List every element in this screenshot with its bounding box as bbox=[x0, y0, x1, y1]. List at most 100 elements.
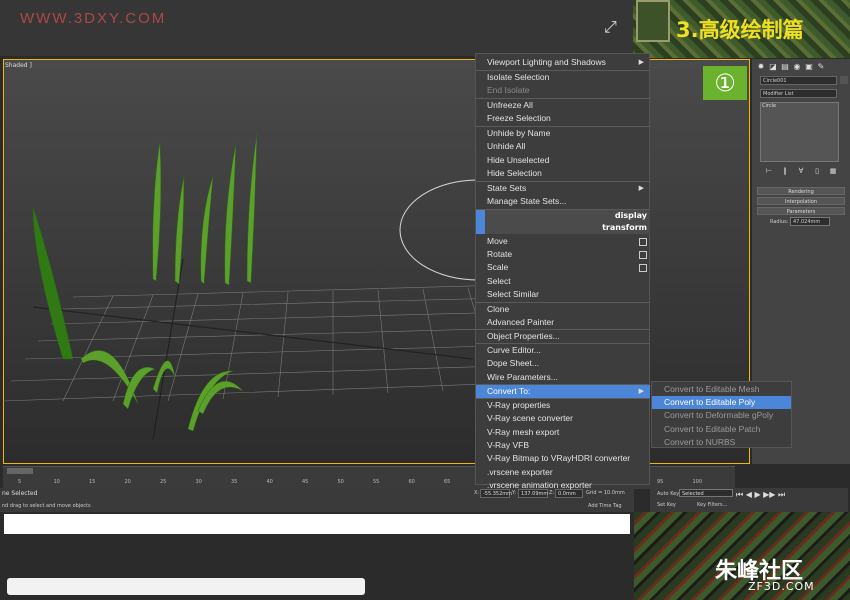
rollout-interpolation[interactable]: Interpolation bbox=[757, 197, 845, 205]
menu-item-label: V-Ray scene converter bbox=[487, 413, 573, 424]
modify-tab-icon[interactable]: ◪ bbox=[768, 62, 778, 72]
timeline-tick-label: 5 bbox=[18, 479, 22, 485]
timeline-tick-label: 10 bbox=[53, 479, 60, 485]
menu-item-label: Manage State Sets... bbox=[487, 196, 567, 206]
menu-item-label: Scale bbox=[487, 262, 509, 273]
selection-set-dropdown[interactable]: Selected bbox=[679, 489, 733, 497]
menu-item-convert-to[interactable]: Convert To: ▶ bbox=[476, 384, 650, 398]
menu-item-scale[interactable]: Scale bbox=[476, 261, 650, 274]
object-name-field[interactable]: Circle001 bbox=[760, 76, 837, 85]
menu-item-manage-state-sets[interactable]: Manage State Sets... bbox=[476, 195, 650, 208]
menu-item-label: Select bbox=[487, 275, 511, 286]
step-badge: ① bbox=[703, 66, 747, 100]
menu-item-label: Dope Sheet... bbox=[487, 358, 539, 369]
grass-blades bbox=[32, 132, 258, 432]
key-filters-button[interactable]: Key Filters... bbox=[697, 502, 727, 508]
menu-item-label: Object Properties... bbox=[487, 330, 560, 341]
menu-item-label: Rotate bbox=[487, 248, 513, 259]
menu-item-select-similar[interactable]: Select Similar bbox=[476, 288, 650, 301]
radius-label: Radius: bbox=[770, 219, 789, 225]
settings-box-icon[interactable] bbox=[639, 264, 647, 273]
menu-item-isolate-selection[interactable]: Isolate Selection bbox=[476, 71, 650, 84]
menu-item-v-ray-scene-converter[interactable]: V-Ray scene converter bbox=[476, 412, 650, 425]
stack-item[interactable]: Circle bbox=[762, 103, 776, 109]
menu-item-label: Clone bbox=[487, 303, 510, 314]
rollout-rendering[interactable]: Rendering bbox=[757, 187, 845, 195]
menu-item-freeze-selection[interactable]: Freeze Selection bbox=[476, 112, 650, 125]
selection-status: ne Selected bbox=[2, 490, 38, 497]
quad-header-display: display bbox=[476, 209, 650, 222]
playback-controls-icon[interactable]: ⏮ ◀ ▶ ▶▶ ⏭ bbox=[736, 490, 785, 500]
timeline-tick-label: 60 bbox=[408, 479, 415, 485]
menu-item-label: Freeze Selection bbox=[487, 113, 551, 123]
timeline-tick-label: 95 bbox=[657, 479, 664, 485]
timeline-tick-label: 15 bbox=[89, 479, 96, 485]
settings-box-icon[interactable] bbox=[639, 250, 647, 259]
menu-item-end-isolate[interactable]: End Isolate bbox=[476, 84, 650, 97]
timeline-tick-label: 35 bbox=[231, 479, 238, 485]
set-key-button[interactable]: Set Key bbox=[657, 502, 676, 508]
object-color-swatch[interactable] bbox=[840, 76, 848, 84]
motion-tab-icon[interactable]: ◉ bbox=[792, 62, 802, 72]
timeline-tick-label: 45 bbox=[302, 479, 309, 485]
menu-item-hide-selection[interactable]: Hide Selection bbox=[476, 167, 650, 180]
submenu-item-convert-to-editable-mesh[interactable]: Convert to Editable Mesh bbox=[652, 383, 791, 396]
settings-box-icon[interactable] bbox=[639, 237, 647, 246]
menu-item-object-properties[interactable]: Object Properties... bbox=[476, 330, 650, 343]
modifier-list-dropdown[interactable]: Modifier List bbox=[760, 89, 837, 98]
submenu-item-convert-to-editable-patch[interactable]: Convert to Editable Patch bbox=[652, 423, 791, 436]
timeline-tick-label: 30 bbox=[195, 479, 202, 485]
menu-item-v-ray-properties[interactable]: V-Ray properties bbox=[476, 399, 650, 412]
menu-item-unhide-all[interactable]: Unhide All bbox=[476, 140, 650, 153]
rollout-parameters[interactable]: Parameters bbox=[757, 207, 845, 215]
menu-item-vrscene-animation-exporter[interactable]: .vrscene animation exporter bbox=[476, 479, 650, 492]
menu-item-label: Select Similar bbox=[487, 289, 539, 300]
menu-item-state-sets[interactable]: State Sets ▶ bbox=[476, 182, 650, 195]
maxscript-listener[interactable] bbox=[4, 514, 630, 534]
menu-item-vrscene-exporter[interactable]: .vrscene exporter bbox=[476, 466, 650, 479]
menu-item-dope-sheet[interactable]: Dope Sheet... bbox=[476, 357, 650, 370]
menu-item-label: Unhide All bbox=[487, 141, 526, 151]
menu-item-v-ray-mesh-export[interactable]: V-Ray mesh export bbox=[476, 426, 650, 439]
submenu-item-convert-to-deformable-gpoly[interactable]: Convert to Deformable gPoly bbox=[652, 409, 791, 422]
make-unique-icon[interactable]: ∀ bbox=[794, 166, 808, 176]
quad-header-transform: transform bbox=[476, 221, 650, 234]
menu-item-clone[interactable]: Clone bbox=[476, 303, 650, 316]
pin-stack-icon[interactable]: ⊢ bbox=[762, 166, 776, 176]
add-time-tag[interactable]: Add Time Tag bbox=[588, 503, 622, 509]
menu-item-rotate[interactable]: Rotate bbox=[476, 248, 650, 261]
configure-sets-icon[interactable]: ▦ bbox=[826, 166, 840, 176]
maximize-viewport-icon[interactable]: ⤢ bbox=[604, 18, 622, 36]
menu-item-hide-unselected[interactable]: Hide Unselected bbox=[476, 154, 650, 167]
quad-context-menu: Viewport Lighting and Shadows ▶ Isolate Se… bbox=[475, 53, 650, 490]
menu-item-label: Hide Unselected bbox=[487, 154, 550, 165]
submenu-item-convert-to-nurbs[interactable]: Convert to NURBS bbox=[652, 436, 791, 449]
menu-item-unfreeze-all[interactable]: Unfreeze All bbox=[476, 99, 650, 112]
time-slider[interactable] bbox=[7, 468, 33, 474]
menu-item-v-ray-bitmap-to-vrayhdri-converter[interactable]: V-Ray Bitmap to VRayHDRI converter bbox=[476, 452, 650, 465]
hierarchy-tab-icon[interactable]: ▤ bbox=[780, 62, 790, 72]
menu-item-unhide-by-name[interactable]: Unhide by Name bbox=[476, 127, 650, 140]
texture-preview bbox=[636, 0, 670, 42]
utilities-tab-icon[interactable]: ✎ bbox=[816, 62, 826, 72]
menu-item-select[interactable]: Select bbox=[476, 275, 650, 288]
remove-modifier-icon[interactable]: ▯ bbox=[810, 166, 824, 176]
menu-item-move[interactable]: Move bbox=[476, 235, 650, 248]
modifier-stack[interactable] bbox=[760, 102, 839, 162]
submenu-arrow-icon: ▶ bbox=[638, 184, 644, 192]
radius-spinner[interactable]: 47.024mm bbox=[790, 217, 830, 226]
menu-item-v-ray-vfb[interactable]: V-Ray VFB bbox=[476, 439, 650, 452]
display-tab-icon[interactable]: ▣ bbox=[804, 62, 814, 72]
menu-item-viewport-lighting-and-shadows[interactable]: Viewport Lighting and Shadows ▶ bbox=[476, 56, 650, 69]
submenu-item-convert-to-editable-poly[interactable]: Convert to Editable Poly bbox=[652, 396, 791, 410]
viewport-label[interactable]: Shaded ] bbox=[5, 62, 32, 69]
create-tab-icon[interactable]: ✹ bbox=[756, 62, 766, 72]
menu-item-curve-editor[interactable]: Curve Editor... bbox=[476, 344, 650, 357]
submenu-arrow-icon: ▶ bbox=[638, 59, 644, 66]
quad-marker bbox=[476, 221, 485, 234]
timeline-tick-label: 20 bbox=[124, 479, 131, 485]
menu-item-wire-parameters[interactable]: Wire Parameters... bbox=[476, 371, 650, 384]
auto-key-button[interactable]: Auto Key bbox=[657, 491, 679, 497]
menu-item-advanced-painter[interactable]: Advanced Painter bbox=[476, 316, 650, 329]
show-end-result-icon[interactable]: ‖ bbox=[778, 166, 792, 176]
